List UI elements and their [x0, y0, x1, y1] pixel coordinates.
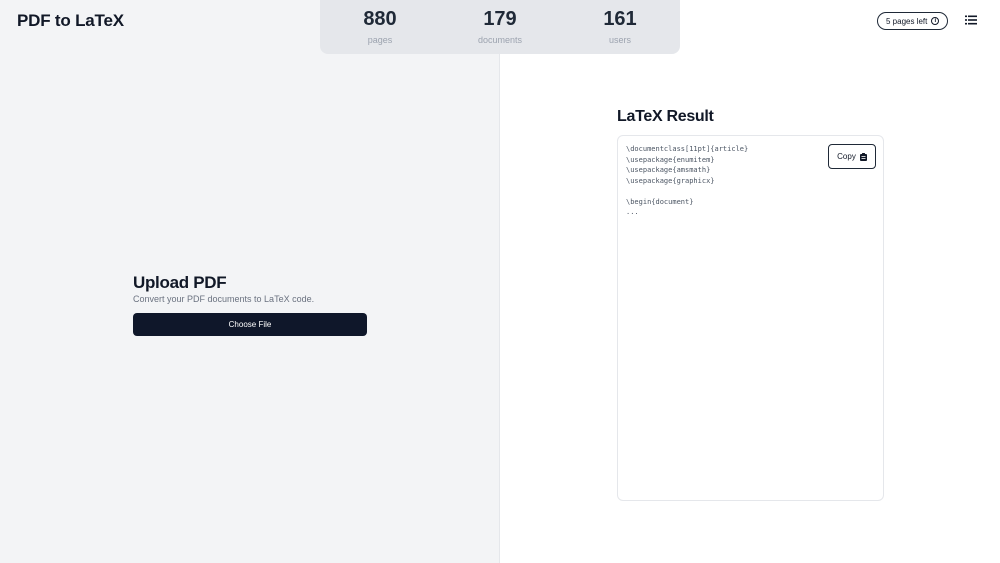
clipboard-icon	[859, 152, 867, 161]
stat-users: 161 users	[560, 0, 680, 54]
copy-label: Copy	[837, 152, 856, 161]
stat-documents: 179 documents	[440, 0, 560, 54]
code-line: \documentclass[11pt]{article}	[626, 145, 749, 153]
choose-file-button[interactable]: Choose File	[133, 313, 367, 336]
stat-label: documents	[477, 35, 523, 45]
stats-bar: 880 pages 179 documents 161 users	[320, 0, 680, 54]
stat-pages: 880 pages	[320, 0, 440, 54]
latex-code-output[interactable]: \documentclass[11pt]{article} \usepackage…	[626, 144, 748, 218]
stat-value: 880	[363, 8, 397, 30]
pane-divider	[499, 0, 500, 563]
pages-left-badge[interactable]: 5 pages left i	[877, 12, 949, 30]
code-line: \usepackage{enumitem}	[626, 155, 715, 164]
result-title: LaTeX Result	[617, 108, 714, 125]
stat-value: 161	[603, 8, 637, 30]
code-line: \begin{document}	[626, 197, 694, 206]
upload-subtitle: Convert your PDF documents to LaTeX code…	[133, 294, 315, 304]
upload-title: Upload PDF	[133, 273, 227, 292]
pages-left-label: 5 pages left	[886, 16, 928, 26]
app-title: PDF to LaTeX	[17, 11, 124, 30]
code-line: \usepackage{amsmath}	[626, 166, 711, 174]
upload-section: Upload PDF Convert your PDF documents to…	[133, 273, 367, 336]
info-icon: i	[931, 17, 940, 25]
stat-label: users	[608, 35, 631, 45]
stat-value: 179	[483, 8, 517, 30]
copy-button[interactable]: Copy	[828, 144, 876, 169]
code-line: \usepackage{graphicx}	[626, 176, 715, 185]
latex-result-panel: \documentclass[11pt]{article} \usepackage…	[617, 135, 884, 501]
stat-label: pages	[367, 35, 393, 45]
list-menu-icon[interactable]	[965, 15, 977, 25]
code-line: ...	[626, 208, 639, 216]
